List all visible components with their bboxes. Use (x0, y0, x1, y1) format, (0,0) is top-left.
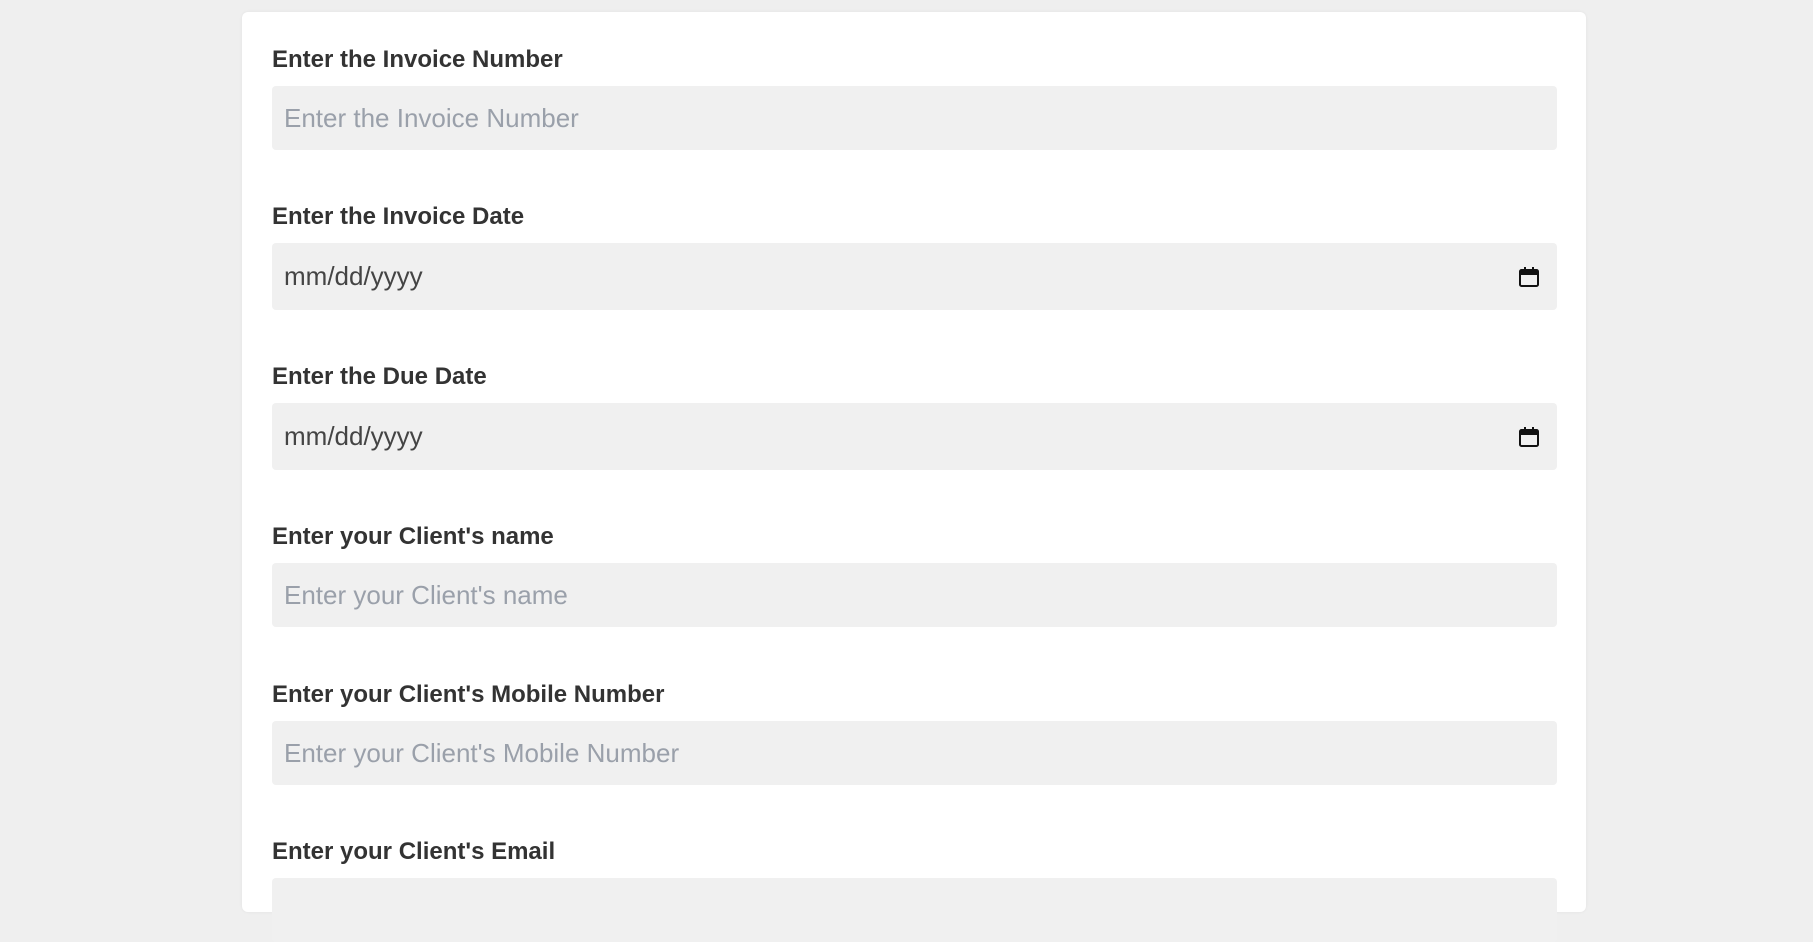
client-name-placeholder: Enter your Client's name (284, 579, 568, 610)
client-email-label: Enter your Client's Email (272, 838, 556, 865)
client-mobile-label: Enter your Client's Mobile Number (272, 681, 665, 708)
client-mobile-field: Enter your Client's Mobile Number Enter … (272, 681, 1557, 785)
invoice-number-input[interactable]: Enter the Invoice Number (272, 86, 1557, 150)
due-date-label: Enter the Due Date (272, 363, 487, 390)
client-name-label: Enter your Client's name (272, 523, 554, 550)
calendar-icon[interactable] (1517, 425, 1541, 449)
due-date-field: Enter the Due Date mm/dd/yyyy (272, 363, 1557, 470)
client-name-input[interactable]: Enter your Client's name (272, 563, 1557, 627)
due-date-value: mm/dd/yyyy (284, 421, 423, 451)
client-email-input[interactable] (272, 878, 1557, 942)
invoice-number-field: Enter the Invoice Number Enter the Invoi… (272, 46, 1557, 150)
invoice-number-placeholder: Enter the Invoice Number (284, 102, 579, 133)
invoice-date-label: Enter the Invoice Date (272, 203, 525, 230)
invoice-form-card: Enter the Invoice Number Enter the Invoi… (242, 12, 1586, 942)
client-mobile-placeholder: Enter your Client's Mobile Number (284, 737, 680, 768)
calendar-icon[interactable] (1517, 265, 1541, 289)
client-email-field: Enter your Client's Email (272, 838, 1557, 942)
invoice-date-field: Enter the Invoice Date mm/dd/yyyy (272, 203, 1557, 310)
invoice-date-value: mm/dd/yyyy (284, 261, 423, 291)
invoice-number-label: Enter the Invoice Number (272, 46, 563, 73)
client-name-field: Enter your Client's name Enter your Clie… (272, 523, 1557, 627)
client-mobile-input[interactable]: Enter your Client's Mobile Number (272, 721, 1557, 785)
invoice-date-input[interactable]: mm/dd/yyyy (272, 243, 1557, 310)
due-date-input[interactable]: mm/dd/yyyy (272, 403, 1557, 470)
